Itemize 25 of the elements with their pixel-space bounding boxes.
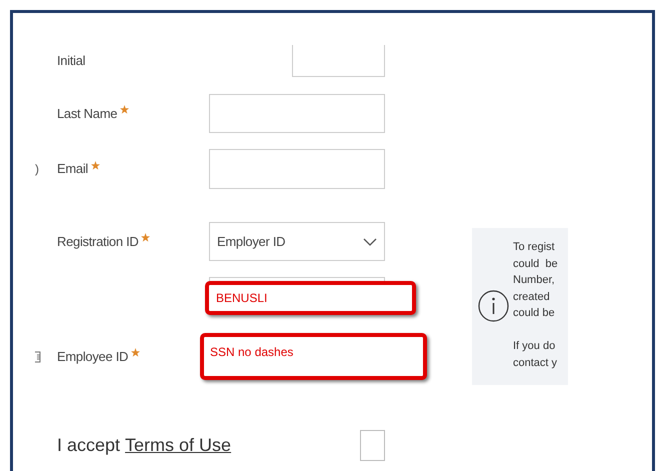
field-label: Initial bbox=[57, 52, 86, 70]
info-text-line: If you do bbox=[513, 339, 556, 354]
field-label: Email bbox=[57, 160, 88, 178]
dropdown[interactable]: Employer ID bbox=[209, 222, 385, 261]
info-text-line: Number, bbox=[513, 273, 556, 288]
input-field[interactable] bbox=[209, 149, 385, 189]
input-field[interactable] bbox=[292, 45, 385, 77]
input-field[interactable] bbox=[209, 94, 385, 133]
highlighted-value: BENUSLI bbox=[205, 281, 416, 315]
info-text-line: could be bbox=[513, 256, 558, 272]
info-text-line: contact y bbox=[513, 356, 558, 370]
field-label: Last Name bbox=[57, 104, 118, 123]
field-label: Employee ID bbox=[57, 348, 128, 366]
terms-text: I accept bbox=[57, 434, 120, 457]
field-label: Registration ID bbox=[57, 232, 138, 251]
input-field[interactable] bbox=[209, 277, 385, 281]
info-text-line: could be bbox=[513, 306, 556, 321]
checkbox[interactable] bbox=[360, 430, 385, 461]
edge-text: ) bbox=[35, 161, 39, 178]
info-text-line: To regist bbox=[513, 240, 556, 255]
info-text-line: created bbox=[513, 290, 551, 304]
highlighted-value[interactable]: SSN no dashes bbox=[200, 333, 427, 380]
info-icon bbox=[478, 290, 509, 322]
chevron-down-icon bbox=[363, 238, 377, 246]
terms-link[interactable]: Terms of Use bbox=[125, 432, 232, 459]
